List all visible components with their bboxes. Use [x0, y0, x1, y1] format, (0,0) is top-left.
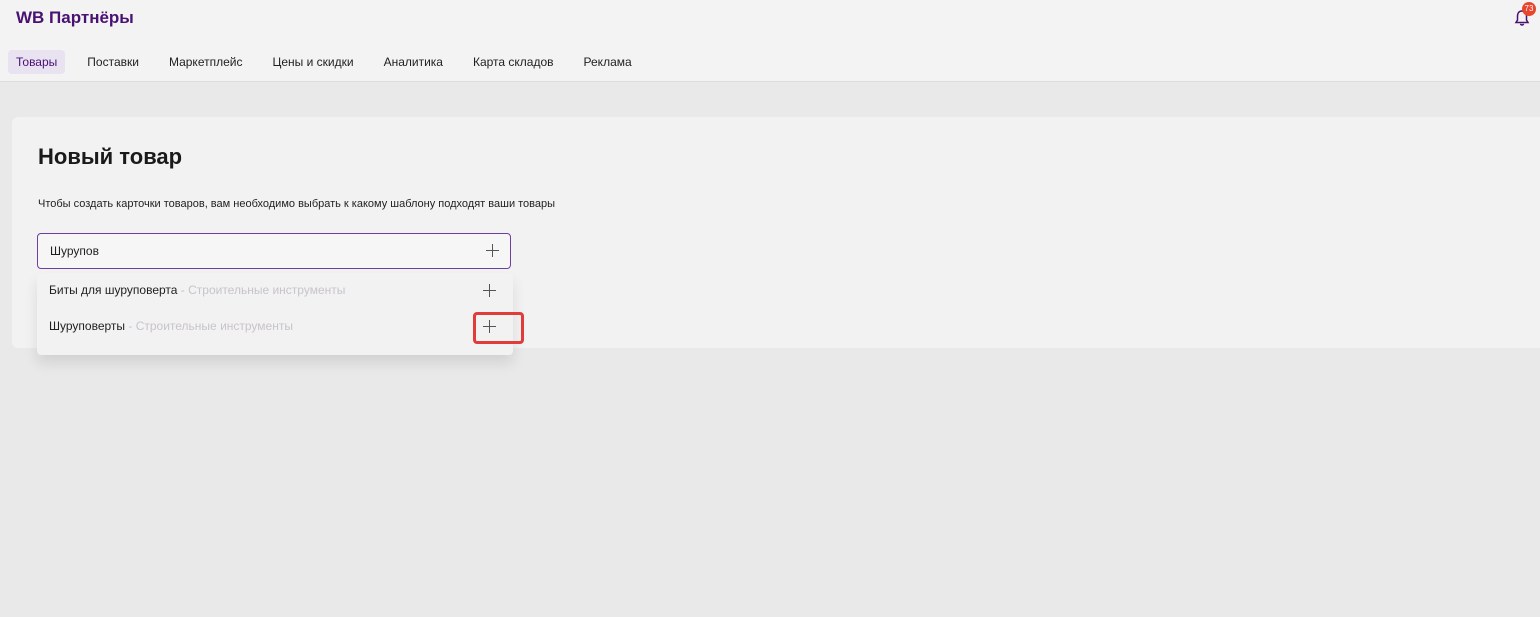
highlight-annotation: [473, 312, 524, 344]
category-search-input[interactable]: [38, 234, 478, 268]
category-search-box: [37, 233, 511, 269]
nav-item-postavki[interactable]: Поставки: [79, 50, 147, 74]
nav-item-tovary[interactable]: Товары: [8, 50, 66, 74]
suggestion-label: Шуруповерты - Строительные инструменты: [49, 319, 293, 333]
top-bar: WB Партнёры 73 Товары Поставки Маркетпле…: [0, 0, 1540, 82]
suggestion-label: Биты для шуруповерта - Строительные инст…: [49, 283, 346, 297]
suggestion-name: Шуруповерты: [49, 319, 126, 333]
page-title: Новый товар: [38, 144, 183, 169]
nav-item-warehouse-map[interactable]: Карта складов: [465, 50, 562, 74]
suggestion-item[interactable]: Шуруповерты - Строительные инструменты: [37, 309, 513, 345]
main-nav: Товары Поставки Маркетплейс Цены и скидк…: [8, 48, 654, 76]
add-suggestion-plus-icon[interactable]: [482, 283, 498, 299]
notifications-badge: 73: [1522, 2, 1536, 16]
notifications-button[interactable]: 73: [1514, 2, 1536, 27]
suggestions-dropdown: Биты для шуруповерта - Строительные инст…: [37, 273, 524, 355]
page-subtitle: Чтобы создать карточки товаров, вам необ…: [38, 198, 556, 210]
nav-item-prices[interactable]: Цены и скидки: [264, 50, 361, 74]
suggestion-category: Строительные инструменты: [188, 283, 346, 297]
suggestion-category: Строительные инструменты: [135, 319, 293, 333]
nav-item-analytics[interactable]: Аналитика: [376, 50, 451, 74]
new-product-card: Новый товар Чтобы создать карточки товар…: [12, 117, 1540, 355]
logo[interactable]: WB Партнёры: [16, 8, 134, 28]
suggestion-name: Биты для шуруповерта: [49, 283, 178, 297]
nav-item-ads[interactable]: Реклама: [576, 50, 640, 74]
nav-item-marketplace[interactable]: Маркетплейс: [161, 50, 251, 74]
suggestion-item[interactable]: Биты для шуруповерта - Строительные инст…: [37, 273, 513, 309]
plus-icon[interactable]: [485, 243, 501, 259]
